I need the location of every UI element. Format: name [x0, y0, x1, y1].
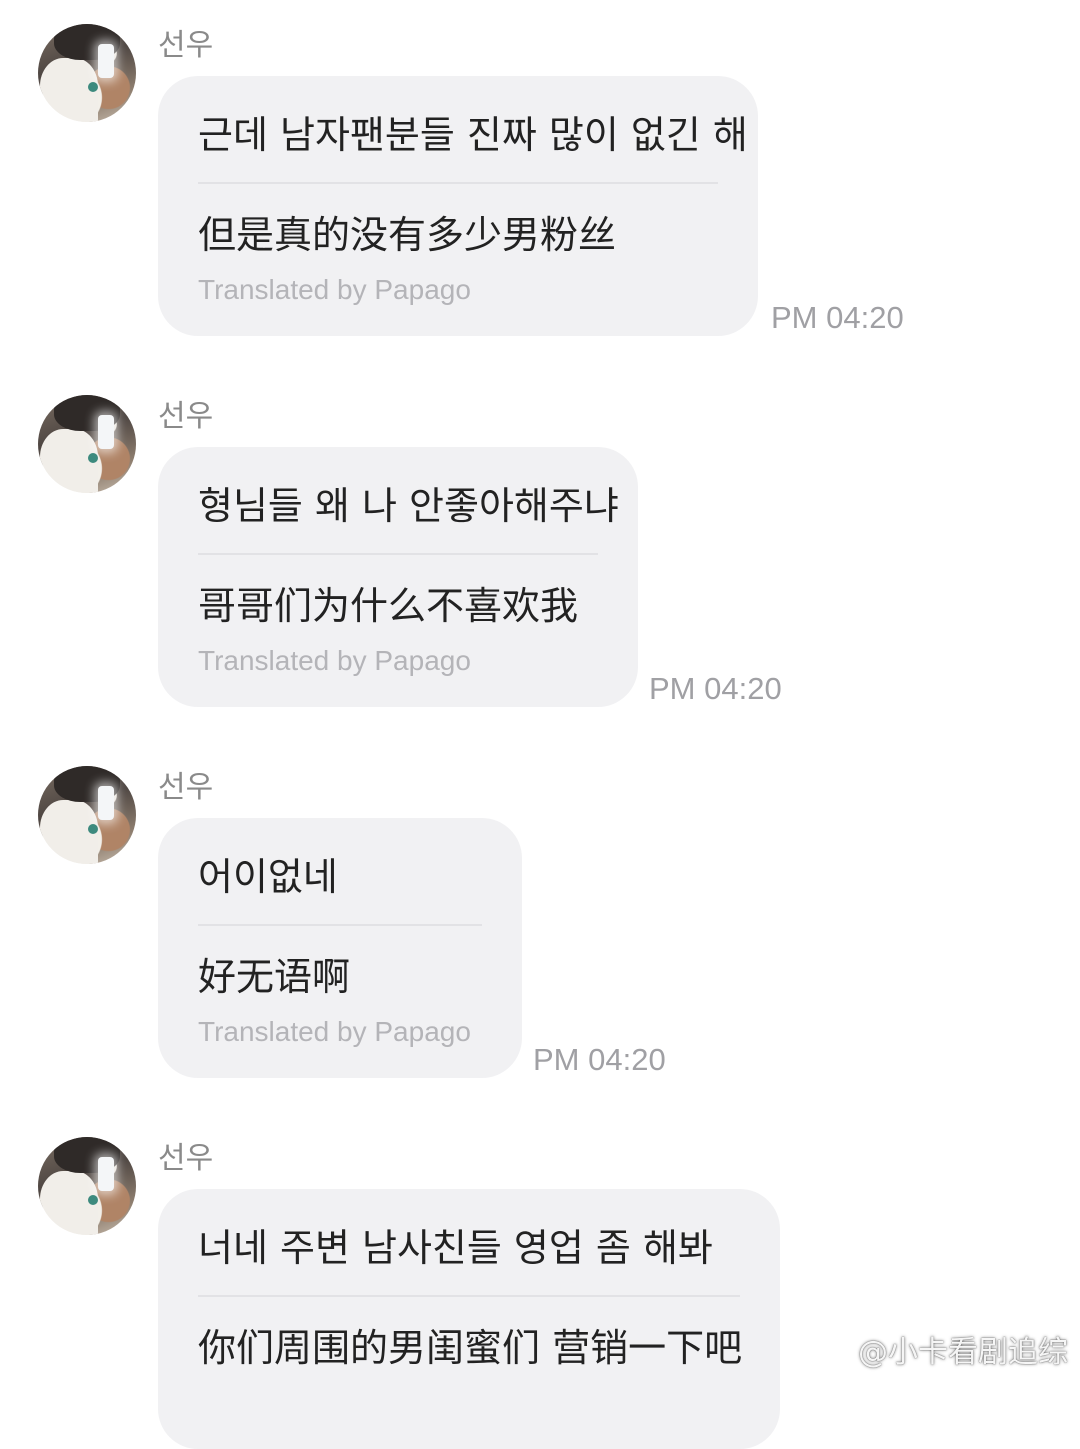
translation-credit: Translated by Papago [198, 645, 471, 676]
timestamp: PM 04:20 [771, 300, 904, 335]
watermark-text: @小卡看剧追综 [858, 1335, 1068, 1370]
translation-credit: Translated by Papago [198, 1016, 471, 1047]
translated-text: 好无语啊 [198, 955, 351, 999]
avatar[interactable] [38, 766, 136, 864]
timestamp: PM 04:20 [533, 1042, 666, 1077]
original-text: 근데 남자팬분들 진짜 많이 없긴 해 [198, 113, 748, 157]
sender-name: 선우 [158, 770, 214, 805]
sender-name: 선우 [158, 28, 214, 63]
timestamp: PM 04:20 [649, 671, 782, 706]
chat-thread: 선우 근데 남자팬분들 진짜 많이 없긴 해 但是真的没有多少男粉丝 Trans… [0, 0, 1080, 1449]
message-bubble[interactable]: 너네 주변 남사친들 영업 좀 해봐 你们周围的男闺蜜们 营销一下吧 [158, 1189, 780, 1449]
translation-credit: Translated by Papago [198, 274, 471, 305]
translated-text: 你们周围的男闺蜜们 营销一下吧 [198, 1326, 743, 1370]
watermark: @小卡看剧追综 [812, 1327, 1068, 1371]
original-text: 형님들 왜 나 안좋아해주냐 [198, 484, 619, 528]
sender-name: 선우 [158, 399, 214, 434]
message-bubble[interactable]: 어이없네 好无语啊 Translated by Papago [158, 818, 522, 1078]
avatar[interactable] [38, 24, 136, 122]
avatar[interactable] [38, 395, 136, 493]
translated-text: 但是真的没有多少男粉丝 [198, 213, 617, 257]
original-text: 어이없네 [198, 855, 338, 899]
message-bubble[interactable]: 근데 남자팬분들 진짜 많이 없긴 해 但是真的没有多少男粉丝 Translat… [158, 76, 758, 336]
message-bubble[interactable]: 형님들 왜 나 안좋아해주냐 哥哥们为什么不喜欢我 Translated by … [158, 447, 638, 707]
sender-name: 선우 [158, 1141, 214, 1176]
translated-text: 哥哥们为什么不喜欢我 [198, 584, 579, 628]
weibo-icon [812, 1336, 850, 1365]
original-text: 너네 주변 남사친들 영업 좀 해봐 [198, 1226, 713, 1270]
avatar[interactable] [38, 1137, 136, 1235]
